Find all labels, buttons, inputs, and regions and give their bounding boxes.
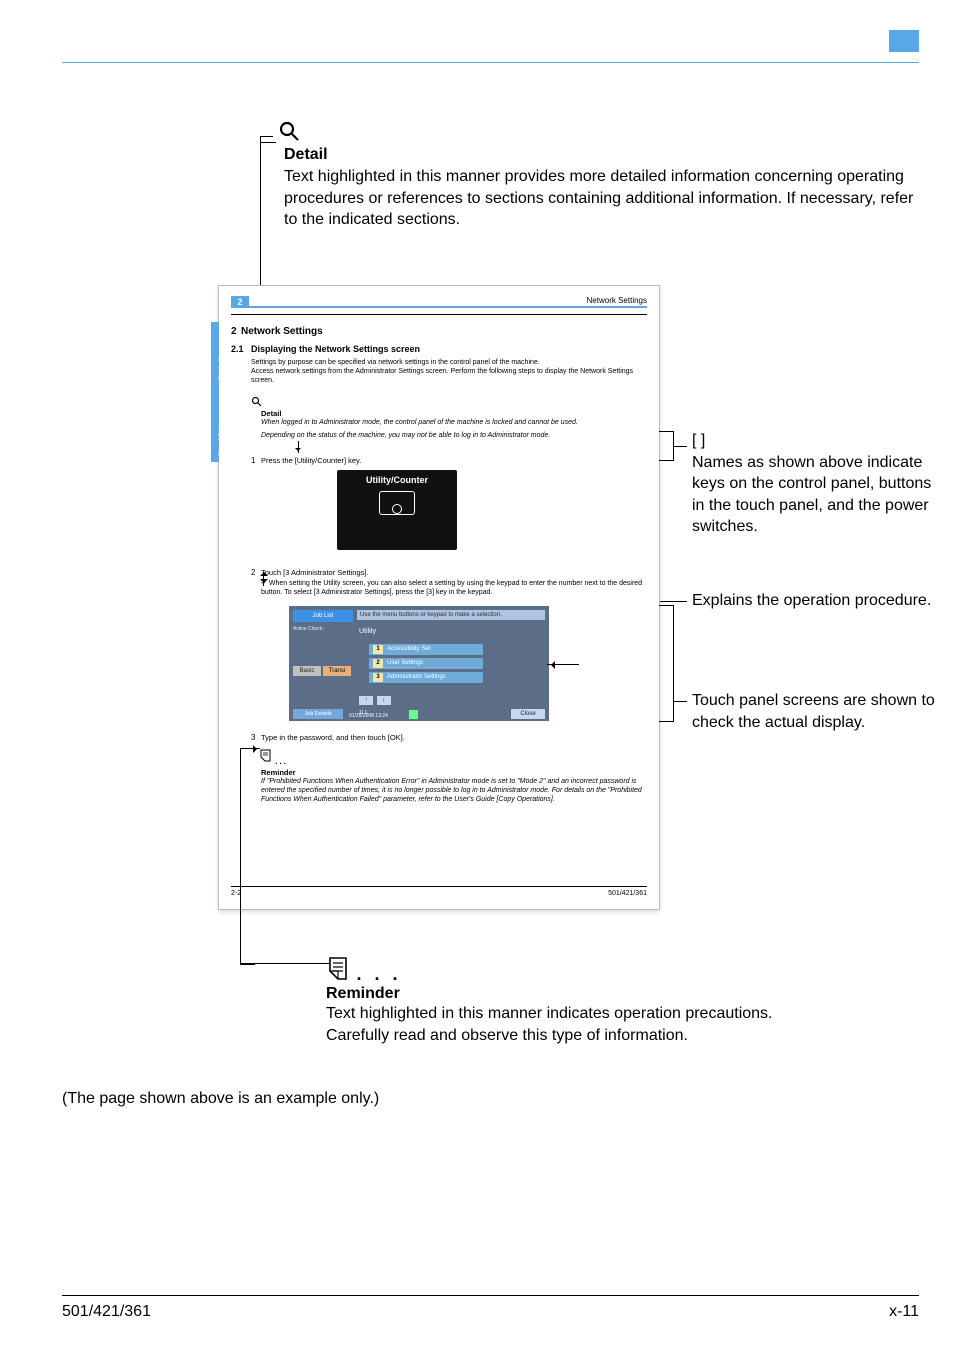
mini-magnifier-icon xyxy=(251,396,262,409)
reminder-body-line1: Text highlighted in this manner indicate… xyxy=(326,1003,906,1025)
mini-reminder-icon: ... xyxy=(259,748,288,766)
panel-status: Job Details xyxy=(293,709,343,719)
magnifier-icon xyxy=(278,120,300,142)
mini-h1: Network Settings xyxy=(241,326,323,337)
panel-utility-label: Utility xyxy=(359,628,376,635)
detail-block: Detail Text highlighted in this manner p… xyxy=(222,130,922,231)
panel-pager-dn: ↓ xyxy=(377,696,391,705)
footer-right: x-11 xyxy=(889,1303,919,1321)
touchpanel-bracket xyxy=(659,605,674,722)
keys-lead xyxy=(673,445,687,446)
procedure-mini-arrowhead xyxy=(260,568,268,576)
embedded-manual-page: Network Settings Chapter 2 2 Network Set… xyxy=(218,285,660,910)
mini-down-arrow xyxy=(298,441,299,453)
mini-step1-num: 1 xyxy=(251,456,255,465)
side-tab: Network Settings Chapter 2 xyxy=(211,322,219,462)
page: Detail Text highlighted in this manner p… xyxy=(0,0,954,1351)
mini-para1-line2: Access network settings from the Adminis… xyxy=(251,368,633,384)
mini-step2: Touch [3 Administrator Settings]. xyxy=(261,568,369,577)
keys-bracket-label: [ ] xyxy=(692,430,940,452)
panel-job-check: Active Check↑ xyxy=(293,626,353,632)
mini-page-header-right: Network Settings xyxy=(587,296,647,305)
panel-btn-1-label: Accessibility Set xyxy=(387,646,430,652)
panel-pointer-arrow xyxy=(547,661,583,669)
panel-btn-3-label: Administrator Settings xyxy=(387,674,446,680)
panel-pager: ↑ ↓ xyxy=(359,696,393,705)
keys-bracket xyxy=(659,431,674,461)
mini-footer-rule xyxy=(231,886,647,887)
reminder-lead-into-mini xyxy=(240,748,260,749)
panel-memory-icon xyxy=(409,710,418,719)
side-tab-text-lower: Network Settings xyxy=(218,326,224,456)
panel-topbar: Use the menu buttons or keypad to make a… xyxy=(357,610,545,620)
reminder-lead-to-block xyxy=(240,963,330,964)
header-rule xyxy=(62,62,919,63)
detail-body: Text highlighted in this manner provides… xyxy=(284,166,922,231)
reminder-icon xyxy=(326,955,352,985)
panel-btn-1: 1Accessibility Set xyxy=(369,644,483,655)
procedure-lead xyxy=(660,600,687,601)
reminder-title: Reminder xyxy=(326,985,906,1003)
mini-step3: Type in the password, and then touch [OK… xyxy=(261,733,405,742)
panel-btn-3: 3Administrator Settings xyxy=(369,672,483,683)
mini-utility-counter-key-icon xyxy=(379,491,415,515)
detail-title: Detail xyxy=(284,146,922,164)
mini-reminder-label: Reminder xyxy=(261,768,296,777)
keys-callout: [ ] Names as shown above indicate keys o… xyxy=(692,430,940,538)
mini-footer-right: 501/421/361 xyxy=(608,890,647,897)
mini-para1: Settings by purpose can be specified via… xyxy=(251,359,645,385)
mini-top-rule-blue xyxy=(231,306,647,308)
mini-detail-label: Detail xyxy=(261,409,281,418)
side-tab-text-upper: Chapter 2 xyxy=(218,358,224,380)
panel-btn-2: 2User Settings xyxy=(369,658,483,669)
mini-h1-num: 2 xyxy=(231,326,237,337)
panel-close-button: Close xyxy=(511,709,545,719)
mini-detail-line2: Depending on the status of the machine, … xyxy=(261,432,645,439)
footer-left: 501/421/361 xyxy=(62,1303,151,1321)
panel-date: 01/25/2008 13:24 xyxy=(349,713,388,719)
mini-touch-panel: Use the menu buttons or keypad to make a… xyxy=(289,606,549,721)
mini-utility-counter-box: Utility/Counter xyxy=(337,470,457,550)
mini-top-rule-black xyxy=(231,314,647,315)
keys-callout-text: Names as shown above indicate keys on th… xyxy=(692,452,940,538)
mini-h2-num: 2.1 xyxy=(231,344,244,354)
panel-btn-2-label: User Settings xyxy=(387,660,423,666)
panel-tab-basic: Basic xyxy=(293,666,321,676)
mini-detail-line1: When logged in to Administrator mode, th… xyxy=(261,419,645,426)
mini-step1: Press the [Utility/Counter] key. xyxy=(261,456,361,465)
mini-step3-num: 3 xyxy=(251,733,255,742)
panel-pager-up: ↑ xyxy=(359,696,373,705)
mini-step2-sub-text: When setting the Utility screen, you can… xyxy=(261,580,642,596)
reminder-block: . . . Reminder Text highlighted in this … xyxy=(326,955,906,1046)
reminder-dots: . . . xyxy=(356,964,401,984)
touchpanel-callout: Touch panel screens are shown to check t… xyxy=(692,690,940,733)
mini-step2-sub: –When setting the Utility screen, you ca… xyxy=(261,580,645,598)
panel-job-list: Job List xyxy=(293,610,353,622)
reminder-body-line2: Carefully read and observe this type of … xyxy=(326,1025,906,1047)
touchpanel-lead xyxy=(673,700,687,701)
header-accent-block xyxy=(889,30,919,52)
panel-tab-trans: Transi xyxy=(323,666,351,676)
mini-step2-num: 2 xyxy=(251,568,255,577)
reminder-bracket xyxy=(240,748,255,965)
procedure-callout: Explains the operation procedure. xyxy=(692,590,940,612)
footer-rule xyxy=(62,1295,919,1296)
mini-h2: Displaying the Network Settings screen xyxy=(251,344,420,354)
mini-reminder-body: If "Prohibited Functions When Authentica… xyxy=(261,778,645,804)
example-only-note: (The page shown above is an example only… xyxy=(62,1090,379,1108)
mini-para1-line1: Settings by purpose can be specified via… xyxy=(251,359,540,366)
mini-utility-counter-label: Utility/Counter xyxy=(337,470,457,485)
